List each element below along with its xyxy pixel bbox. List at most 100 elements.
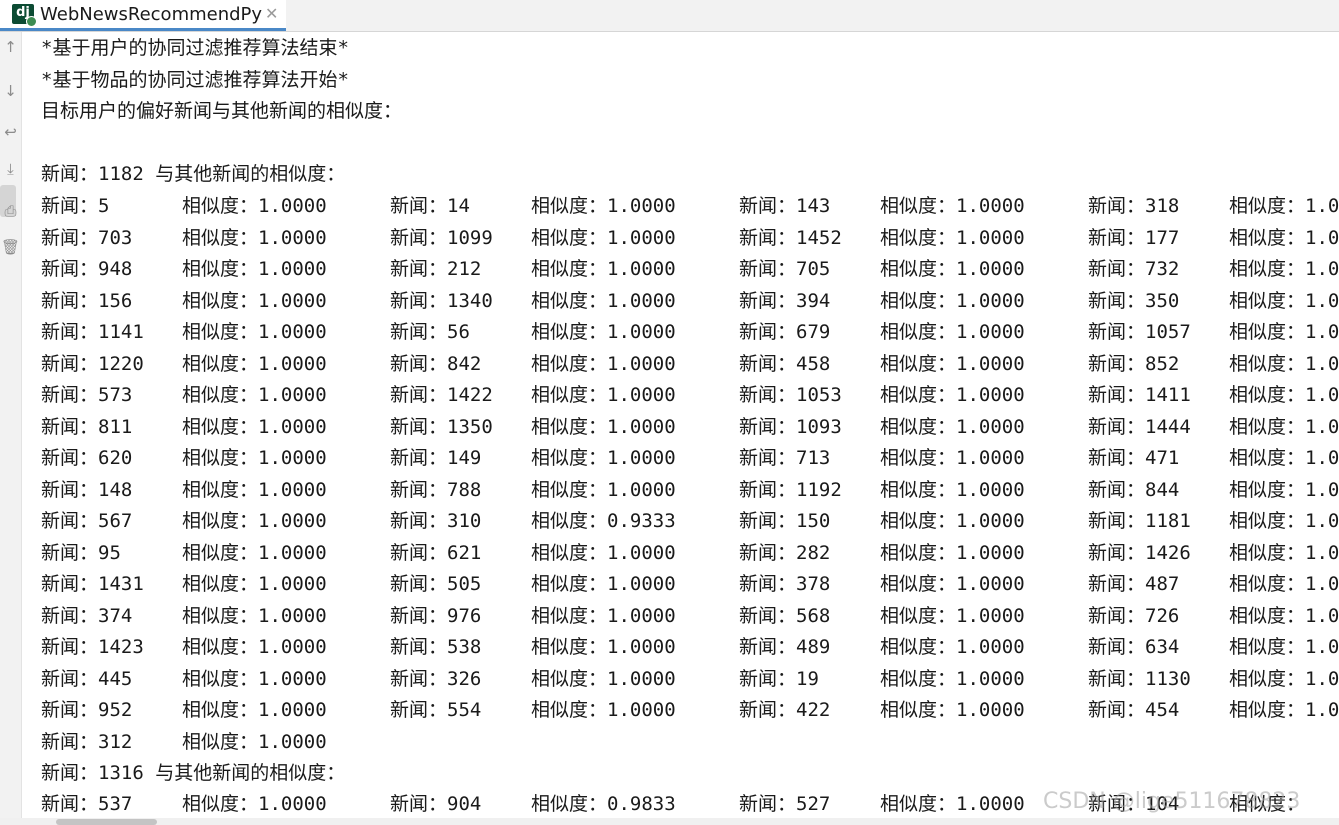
tab-bar: dj WebNewsRecommendPy ✕ <box>0 0 1339 32</box>
similarity-cell: 相似度：1.0000 <box>531 699 676 721</box>
news-id-cell: 新闻：1053 <box>739 384 842 406</box>
similarity-cell: 相似度：1.0000 <box>531 258 676 280</box>
console-line: 新闻：1316 与其他新闻的相似度： <box>41 762 346 784</box>
similarity-cell: 相似度：1.0000 <box>531 226 676 249</box>
similarity-cell: 相似度：1.0000 <box>182 541 327 564</box>
similarity-cell: 相似度：1.0 <box>1229 415 1339 438</box>
similarity-cell: 相似度：1.0000 <box>880 195 1025 217</box>
similarity-cell: 相似度：1.0000 <box>182 573 327 595</box>
horizontal-scrollbar[interactable] <box>0 818 1339 825</box>
similarity-cell: 相似度：1.0000 <box>531 478 676 501</box>
similarity-cell: 相似度：1.0000 <box>182 730 327 753</box>
news-id-cell: 新闻：726 <box>1088 604 1180 627</box>
similarity-cell: 相似度：1.0000 <box>182 793 327 815</box>
news-id-cell: 新闻：445 <box>41 667 133 690</box>
news-id-cell: 新闻：177 <box>1088 226 1180 249</box>
tab-title: WebNewsRecommendPy <box>40 4 263 25</box>
news-id-cell: 新闻：976 <box>390 604 482 627</box>
similarity-cell: 相似度：1.0000 <box>182 321 327 343</box>
news-id-cell: 新闻：1141 <box>41 321 144 343</box>
similarity-cell: 相似度：1.0 <box>1229 195 1339 217</box>
news-id-cell: 新闻：1340 <box>390 289 493 312</box>
news-id-cell: 新闻：56 <box>390 321 470 343</box>
similarity-cell: 相似度：1.0000 <box>880 541 1025 564</box>
news-id-cell: 新闻：554 <box>390 699 482 721</box>
similarity-cell: 相似度：1.0000 <box>880 321 1025 343</box>
similarity-cell: 相似度：1.0000 <box>880 510 1025 532</box>
close-icon[interactable]: ✕ <box>265 4 278 23</box>
news-id-cell: 新闻：713 <box>739 447 831 469</box>
similarity-cell: 相似度：1.0 <box>1229 541 1339 564</box>
news-id-cell: 新闻：95 <box>41 541 121 564</box>
similarity-cell: 相似度：1.0000 <box>880 289 1025 312</box>
news-id-cell: 新闻：1181 <box>1088 510 1191 532</box>
similarity-cell: 相似度：1.0000 <box>182 604 327 627</box>
similarity-cell: 相似度：1.0000 <box>880 478 1025 501</box>
similarity-cell: 相似度：1.0 <box>1229 699 1339 721</box>
similarity-cell: 相似度：1.0000 <box>531 636 676 658</box>
up-arrow-icon[interactable]: ↑ <box>0 38 21 56</box>
news-id-cell: 新闻：705 <box>739 258 831 280</box>
news-id-cell: 新闻：703 <box>41 226 133 249</box>
similarity-cell: 相似度：1.0000 <box>531 321 676 343</box>
similarity-cell: 相似度：1.0000 <box>182 384 327 406</box>
similarity-cell: 相似度：1.0000 <box>880 226 1025 249</box>
news-id-cell: 新闻：422 <box>739 699 831 721</box>
console-line: *基于物品的协同过滤推荐算法开始* <box>41 69 349 91</box>
news-id-cell: 新闻：948 <box>41 258 133 280</box>
similarity-cell: 相似度：1.0000 <box>880 384 1025 406</box>
news-id-cell: 新闻：489 <box>739 636 831 658</box>
similarity-cell: 相似度：1.0 <box>1229 604 1339 627</box>
similarity-cell: 相似度：1.0000 <box>880 258 1025 280</box>
tab-run-config[interactable]: dj WebNewsRecommendPy ✕ <box>0 0 286 31</box>
news-id-cell: 新闻：350 <box>1088 289 1180 312</box>
news-id-cell: 新闻：148 <box>41 478 133 501</box>
similarity-cell: 相似度：1.0000 <box>182 636 327 658</box>
news-id-cell: 新闻：732 <box>1088 258 1180 280</box>
similarity-cell: 相似度：1.0000 <box>880 636 1025 658</box>
news-id-cell: 新闻：310 <box>390 510 482 532</box>
news-id-cell: 新闻：567 <box>41 510 133 532</box>
news-id-cell: 新闻：842 <box>390 352 482 375</box>
news-id-cell: 新闻：1220 <box>41 352 144 375</box>
news-id-cell: 新闻：573 <box>41 384 133 406</box>
news-id-cell: 新闻：143 <box>739 195 831 217</box>
similarity-cell: 相似度：1.0000 <box>880 667 1025 690</box>
similarity-cell: 相似度：1.0000 <box>182 226 327 249</box>
news-id-cell: 新闻：150 <box>739 510 831 532</box>
similarity-cell: 相似度：1.0 <box>1229 321 1339 343</box>
news-id-cell: 新闻：156 <box>41 289 133 312</box>
news-id-cell: 新闻：454 <box>1088 699 1180 721</box>
down-arrow-icon[interactable]: ↓ <box>0 82 21 100</box>
similarity-cell: 相似度：1.0000 <box>531 667 676 690</box>
news-id-cell: 新闻：505 <box>390 573 482 595</box>
news-id-cell: 新闻：1411 <box>1088 384 1191 406</box>
news-id-cell: 新闻：1444 <box>1088 415 1191 438</box>
news-id-cell: 新闻：394 <box>739 289 831 312</box>
similarity-cell: 相似度：1.0000 <box>182 289 327 312</box>
news-id-cell: 新闻：811 <box>41 415 133 438</box>
news-id-cell: 新闻：788 <box>390 478 482 501</box>
trash-icon[interactable]: 🗑 <box>0 238 21 256</box>
watermark: CSDN @lige511678823 <box>1043 789 1301 814</box>
similarity-cell: 相似度：1.0 <box>1229 289 1339 312</box>
print-icon[interactable]: ⎙ <box>0 202 21 220</box>
soft-wrap-icon[interactable]: ↩ <box>0 123 21 141</box>
scrollbar-thumb[interactable] <box>56 819 157 825</box>
similarity-cell: 相似度：1.0 <box>1229 384 1339 406</box>
similarity-cell: 相似度：1.0000 <box>880 573 1025 595</box>
similarity-cell: 相似度：1.0 <box>1229 226 1339 249</box>
similarity-cell: 相似度：1.0000 <box>182 195 327 217</box>
console-line: 目标用户的偏好新闻与其他新闻的相似度： <box>41 100 403 122</box>
news-id-cell: 新闻：1423 <box>41 636 144 658</box>
news-id-cell: 新闻：19 <box>739 667 819 690</box>
news-id-cell: 新闻：326 <box>390 667 482 690</box>
news-id-cell: 新闻：621 <box>390 541 482 564</box>
news-id-cell: 新闻：852 <box>1088 352 1180 375</box>
similarity-cell: 相似度：1.0 <box>1229 258 1339 280</box>
similarity-cell: 相似度：1.0000 <box>880 604 1025 627</box>
news-id-cell: 新闻：952 <box>41 699 133 721</box>
similarity-cell: 相似度：1.0000 <box>182 258 327 280</box>
news-id-cell: 新闻：1192 <box>739 478 842 501</box>
scroll-to-end-icon[interactable]: ⤓ <box>0 160 21 178</box>
